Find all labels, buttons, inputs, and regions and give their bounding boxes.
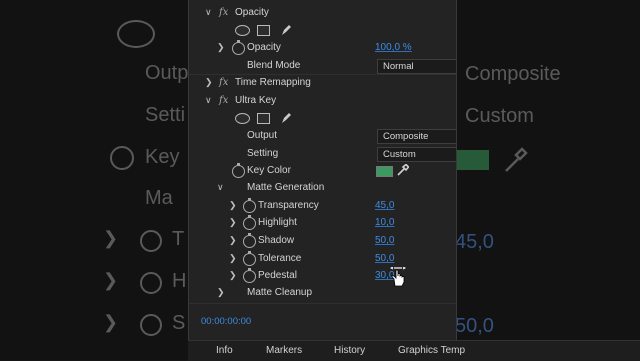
- setting-dropdown[interactable]: Custom: [377, 147, 456, 162]
- chevron-right-icon[interactable]: ❯: [229, 232, 237, 249]
- opacity-section-label: Opacity: [235, 7, 269, 18]
- pen-mask-icon[interactable]: [280, 112, 292, 124]
- divider: [189, 303, 456, 304]
- fx-icon[interactable]: fx: [219, 74, 228, 91]
- effect-controls-panel: ∨ fx Opacity ❯ Opacity 100,0 % Blend Mod…: [188, 0, 457, 360]
- tab-graphics-templates[interactable]: Graphics Temp: [398, 345, 465, 356]
- tolerance-label: Tolerance: [258, 253, 302, 264]
- pedestal-row: ❯ Pedestal 30,0: [189, 267, 456, 284]
- fx-icon[interactable]: fx: [219, 92, 228, 109]
- tolerance-row: ❯ Tolerance 50,0: [189, 250, 456, 267]
- timecode-display[interactable]: 00:00:00:00: [201, 316, 251, 327]
- output-dropdown[interactable]: Composite: [377, 129, 456, 144]
- shadow-row: ❯ Shadow 50,0: [189, 232, 456, 249]
- ellipse-mask-icon[interactable]: [235, 113, 250, 124]
- pedestal-label: Pedestal: [258, 270, 297, 281]
- output-label: Output: [247, 130, 278, 141]
- chevron-right-icon[interactable]: ❯: [229, 197, 237, 214]
- stopwatch-icon[interactable]: [243, 251, 256, 266]
- chevron-down-icon[interactable]: ∨: [205, 4, 212, 21]
- stopwatch-icon[interactable]: [243, 268, 256, 283]
- chevron-down-icon[interactable]: ∨: [205, 92, 212, 109]
- transparency-value[interactable]: 45,0: [375, 197, 394, 214]
- stopwatch-icon[interactable]: [243, 198, 256, 213]
- fx-icon[interactable]: fx: [219, 4, 228, 21]
- time-remapping-label: Time Remapping: [235, 77, 311, 88]
- setting-label: Setting: [247, 148, 279, 159]
- chevron-right-icon[interactable]: ❯: [217, 39, 225, 56]
- opacity-section-header[interactable]: ∨ fx Opacity: [189, 4, 456, 21]
- blend-mode-label: Blend Mode: [247, 60, 301, 71]
- ultra-key-header[interactable]: ∨ fx Ultra Key: [189, 92, 456, 109]
- pen-mask-icon[interactable]: [280, 24, 292, 36]
- matte-cleanup-label: Matte Cleanup: [247, 287, 313, 298]
- tab-info[interactable]: Info: [216, 345, 233, 356]
- rectangle-mask-icon[interactable]: [257, 25, 270, 36]
- stopwatch-icon[interactable]: [232, 163, 245, 178]
- scrub-hand-cursor-icon: [390, 267, 406, 287]
- tolerance-value[interactable]: 50,0: [375, 250, 394, 267]
- chevron-down-icon[interactable]: ∨: [217, 179, 224, 196]
- matte-cleanup-header[interactable]: ❯ Matte Cleanup: [189, 284, 456, 301]
- output-row: Output Composite: [189, 127, 456, 144]
- stopwatch-icon[interactable]: [232, 40, 245, 55]
- matte-generation-header[interactable]: ∨ Matte Generation: [189, 179, 456, 196]
- chevron-right-icon[interactable]: ❯: [205, 74, 213, 91]
- shadow-label: Shadow: [258, 235, 295, 246]
- stopwatch-icon[interactable]: [243, 233, 256, 248]
- blend-mode-row: Blend Mode Normal: [189, 57, 456, 74]
- chevron-right-icon[interactable]: ❯: [229, 250, 237, 267]
- eyedropper-icon[interactable]: [396, 164, 409, 177]
- ultra-key-mask-tools: [189, 110, 456, 127]
- chevron-right-icon[interactable]: ❯: [229, 267, 237, 284]
- opacity-property-row: ❯ Opacity 100,0 %: [189, 39, 456, 56]
- setting-row: Setting Custom: [189, 145, 456, 162]
- shadow-value[interactable]: 50,0: [375, 232, 394, 249]
- opacity-property-label: Opacity: [247, 42, 281, 53]
- transparency-row: ❯ Transparency 45,0: [189, 197, 456, 214]
- panel-tab-bar: Info Markers History Graphics Temp: [188, 340, 640, 361]
- tab-history[interactable]: History: [334, 345, 365, 356]
- ultra-key-label: Ultra Key: [235, 95, 277, 106]
- highlight-value[interactable]: 10,0: [375, 214, 394, 231]
- opacity-value[interactable]: 100,0 %: [375, 39, 412, 56]
- key-color-label: Key Color: [247, 165, 291, 176]
- chevron-right-icon[interactable]: ❯: [229, 214, 237, 231]
- stopwatch-icon[interactable]: [243, 215, 256, 230]
- highlight-row: ❯ Highlight 10,0: [189, 214, 456, 231]
- highlight-label: Highlight: [258, 217, 297, 228]
- chevron-right-icon[interactable]: ❯: [217, 284, 225, 301]
- key-color-swatch[interactable]: [376, 166, 393, 177]
- transparency-label: Transparency: [258, 200, 319, 211]
- blend-mode-dropdown[interactable]: Normal: [377, 59, 456, 74]
- time-remapping-header[interactable]: ❯ fx Time Remapping: [189, 74, 456, 91]
- ellipse-mask-icon[interactable]: [235, 25, 250, 36]
- opacity-mask-tools: [189, 22, 456, 39]
- key-color-row: Key Color: [189, 162, 456, 179]
- matte-generation-label: Matte Generation: [247, 182, 325, 193]
- rectangle-mask-icon[interactable]: [257, 113, 270, 124]
- tab-markers[interactable]: Markers: [266, 345, 302, 356]
